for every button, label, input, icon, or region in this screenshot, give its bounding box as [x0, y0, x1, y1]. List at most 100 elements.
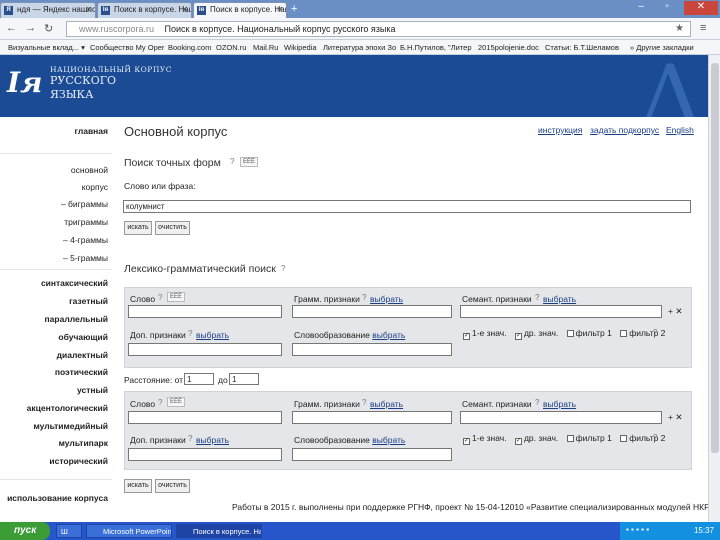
corpus-logo[interactable]: Ія: [7, 66, 43, 102]
close-tab-icon[interactable]: ✕: [85, 5, 92, 14]
keyboard-icon[interactable]: ЕЁЁ: [167, 292, 186, 302]
help-icon[interactable]: ?: [362, 293, 366, 302]
sidebar-item-5grams[interactable]: – 5-граммы: [63, 253, 108, 263]
add-row-icon[interactable]: + ✕: [668, 306, 682, 317]
sidebar-item-multimedia[interactable]: мультимедийный: [33, 421, 108, 431]
bookmark-item[interactable]: Б.Н.Путилов, "Литер: [400, 43, 472, 52]
word-input-1[interactable]: [128, 305, 282, 318]
sidebar-item-usage[interactable]: использование корпуса: [7, 493, 108, 503]
lexgram-search-button[interactable]: искать: [124, 479, 152, 493]
help-icon[interactable]: ?: [535, 398, 539, 407]
checkbox-other-meaning[interactable]: ✓: [514, 438, 522, 445]
sidebar-item-home[interactable]: главная: [74, 126, 108, 136]
wordform-input-2[interactable]: [292, 448, 452, 461]
sidebar-item-spoken[interactable]: устный: [77, 385, 108, 395]
checkbox-filter-1[interactable]: [566, 435, 574, 442]
bookmark-item[interactable]: Визуальные вклад... ▾: [8, 43, 85, 52]
exact-form-input[interactable]: колумнист: [123, 200, 691, 213]
close-tab-icon[interactable]: ✕: [181, 5, 188, 14]
sem-input-2[interactable]: [460, 411, 662, 424]
sidebar-item-newspaper[interactable]: газетный: [69, 296, 108, 306]
help-icon[interactable]: ?: [158, 293, 162, 302]
taskbar-item-browser[interactable]: Поиск в корпусе. На...: [176, 524, 262, 538]
help-icon[interactable]: ?: [230, 157, 234, 166]
bookmark-item[interactable]: OZON.ru: [216, 43, 246, 52]
bookmark-star-icon[interactable]: ★: [675, 23, 684, 34]
reload-icon[interactable]: ↻: [44, 22, 53, 35]
sem-input-1[interactable]: [460, 305, 662, 318]
bookmark-item[interactable]: Литература эпохи Зо: [323, 43, 396, 52]
other-bookmarks[interactable]: » Другие закладки: [630, 43, 694, 52]
forward-arrow-icon[interactable]: →: [25, 22, 36, 34]
gram-select-link[interactable]: выбрать: [370, 399, 403, 409]
sidebar-item-main[interactable]: основной: [71, 165, 108, 175]
checkbox-first-meaning[interactable]: ✓: [463, 333, 470, 340]
new-tab-button[interactable]: +: [291, 3, 297, 15]
lexgram-clear-button[interactable]: очистить: [155, 479, 190, 493]
keyboard-icon[interactable]: ЕЁЁ: [240, 157, 259, 167]
help-icon[interactable]: ?: [188, 329, 192, 338]
bookmark-item[interactable]: Booking.com: [168, 43, 211, 52]
taskbar-item-explorer[interactable]: Ш: [56, 524, 82, 538]
sidebar-item-trigrams[interactable]: триграммы: [64, 217, 108, 227]
checkbox-first-meaning[interactable]: ✓: [463, 438, 470, 445]
address-bar[interactable]: www.ruscorpora.ru Поиск в корпусе. Нацио…: [66, 21, 691, 37]
wordform-select-link[interactable]: выбрать: [372, 330, 405, 340]
instruction-link[interactable]: инструкция: [538, 125, 582, 135]
subcorpus-link[interactable]: задать подкорпус: [590, 125, 659, 135]
checkbox-filter-1[interactable]: [566, 330, 574, 337]
browser-menu-icon[interactable]: ≡: [700, 22, 706, 34]
gram-input-2[interactable]: [292, 411, 452, 424]
extra-select-link[interactable]: выбрать: [196, 435, 229, 445]
bookmark-item[interactable]: 2015polojenie.doc: [478, 43, 539, 52]
page-scrollbar[interactable]: [708, 55, 720, 522]
sidebar-item-historical[interactable]: исторический: [49, 456, 108, 466]
help-icon[interactable]: ?: [362, 398, 366, 407]
help-icon[interactable]: ?: [653, 328, 657, 337]
tray-icons[interactable]: ▪ ▪ ▪ ▪ ▪: [626, 525, 649, 534]
checkbox-filter-2[interactable]: [620, 330, 628, 337]
sem-select-link[interactable]: выбрать: [543, 294, 576, 304]
wordform-select-link[interactable]: выбрать: [372, 435, 405, 445]
sidebar-item-syntax[interactable]: синтаксический: [41, 278, 108, 288]
help-icon[interactable]: ?: [188, 434, 192, 443]
sidebar-item-poetic[interactable]: поэтический: [55, 367, 108, 377]
sidebar-item-bigrams[interactable]: – биграммы: [61, 199, 108, 209]
bookmark-item[interactable]: Wikipedia: [284, 43, 317, 52]
sidebar-item-4grams[interactable]: – 4-граммы: [63, 235, 108, 245]
extra-select-link[interactable]: выбрать: [196, 330, 229, 340]
distance-to-input[interactable]: 1: [229, 373, 259, 385]
exact-search-button[interactable]: искать: [124, 221, 152, 235]
sidebar-item-main-2[interactable]: корпус: [82, 182, 108, 192]
browser-tab-corpus-2[interactable]: Ія Поиск в корпусе. Наци ✕: [193, 2, 287, 18]
extra-input-1[interactable]: [128, 343, 282, 356]
maximize-icon[interactable]: ▫: [656, 1, 678, 15]
sidebar-item-parallel[interactable]: параллельный: [45, 314, 108, 324]
checkbox-filter-2[interactable]: [620, 435, 628, 442]
bookmark-item[interactable]: Mail.Ru: [253, 43, 278, 52]
bookmark-item[interactable]: Сообщество My Oper: [90, 43, 164, 52]
distance-from-input[interactable]: 1: [184, 373, 214, 385]
help-icon[interactable]: ?: [281, 264, 285, 273]
sidebar-item-multipark[interactable]: мультипарк: [59, 438, 108, 448]
add-row-icon[interactable]: + ✕: [668, 412, 682, 423]
exact-clear-button[interactable]: очистить: [155, 221, 190, 235]
word-input-2[interactable]: [128, 411, 282, 424]
sidebar-item-dialect[interactable]: диалектный: [57, 350, 108, 360]
checkbox-other-meaning[interactable]: ✓: [514, 333, 522, 340]
english-link[interactable]: English: [666, 125, 694, 135]
keyboard-icon[interactable]: ЕЁЁ: [167, 397, 186, 407]
back-arrow-icon[interactable]: ←: [6, 22, 17, 34]
close-window-icon[interactable]: ✕: [684, 1, 718, 15]
help-icon[interactable]: ?: [535, 293, 539, 302]
sidebar-item-learning[interactable]: обучающий: [58, 332, 108, 342]
help-icon[interactable]: ?: [158, 398, 162, 407]
sidebar-item-accent[interactable]: акцентологический: [27, 403, 108, 413]
close-tab-icon[interactable]: ✕: [276, 5, 283, 14]
minimize-icon[interactable]: –: [630, 1, 652, 15]
help-icon[interactable]: ?: [653, 433, 657, 442]
browser-tab-corpus-1[interactable]: Ія Поиск в корпусе. Наци ✕: [97, 2, 192, 18]
wordform-input-1[interactable]: [292, 343, 452, 356]
start-button[interactable]: пуск: [0, 522, 50, 540]
extra-input-2[interactable]: [128, 448, 282, 461]
